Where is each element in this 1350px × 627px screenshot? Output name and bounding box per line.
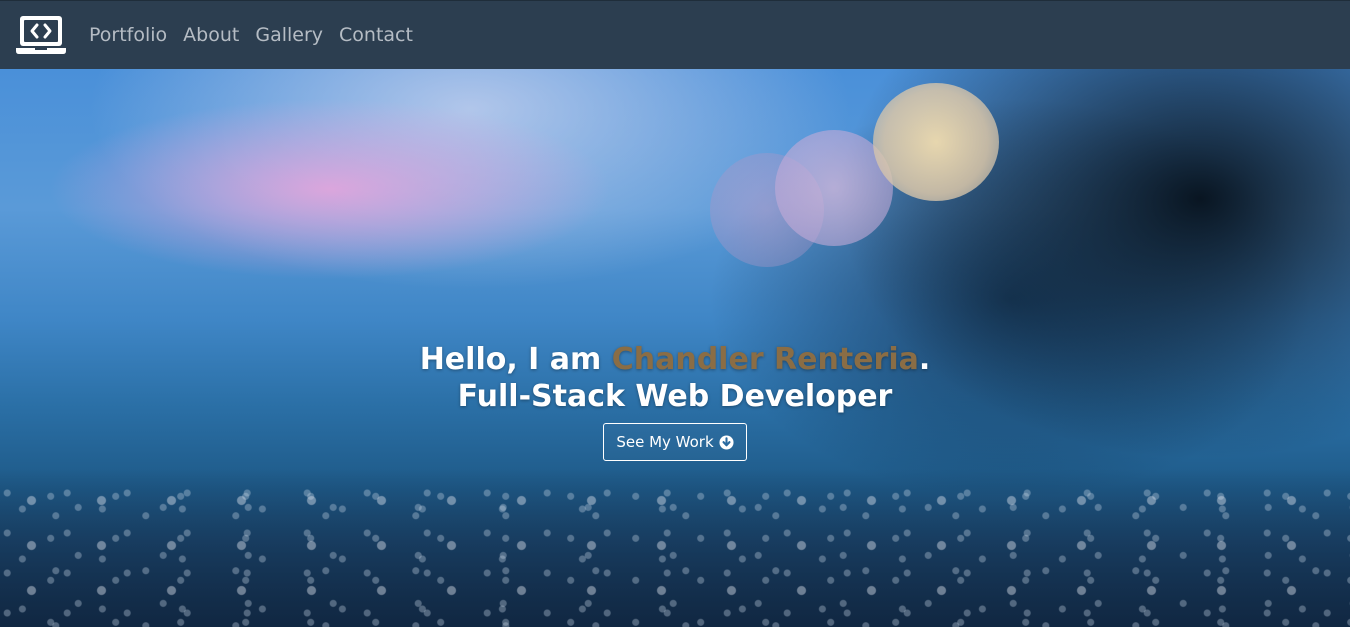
cta-label: See My Work xyxy=(616,433,714,451)
hero-job-title: Full-Stack Web Developer xyxy=(457,379,893,414)
nav-link-contact[interactable]: Contact xyxy=(339,24,413,46)
arrow-circle-down-icon xyxy=(719,434,734,450)
nav-link-portfolio[interactable]: Portfolio xyxy=(89,24,167,46)
navbar: Portfolio About Gallery Contact xyxy=(0,0,1350,69)
headline-period: . xyxy=(918,342,931,377)
hero-background-ground xyxy=(0,469,1350,627)
nav-links: Portfolio About Gallery Contact xyxy=(89,24,429,46)
developer-name: Chandler Renteria xyxy=(611,342,919,377)
nav-link-gallery[interactable]: Gallery xyxy=(255,24,323,46)
hero-section: Hello, I am Chandler Renteria. Full-Stac… xyxy=(0,69,1350,627)
logo-link[interactable] xyxy=(15,14,67,56)
greeting-text: Hello, I am xyxy=(419,342,612,377)
bokeh-light xyxy=(873,83,999,201)
nav-link-about[interactable]: About xyxy=(183,24,239,46)
hero-content: Hello, I am Chandler Renteria. Full-Stac… xyxy=(0,341,1350,461)
see-my-work-button[interactable]: See My Work xyxy=(603,423,747,461)
hero-headline: Hello, I am Chandler Renteria. xyxy=(0,341,1350,378)
laptop-code-icon xyxy=(16,16,66,54)
